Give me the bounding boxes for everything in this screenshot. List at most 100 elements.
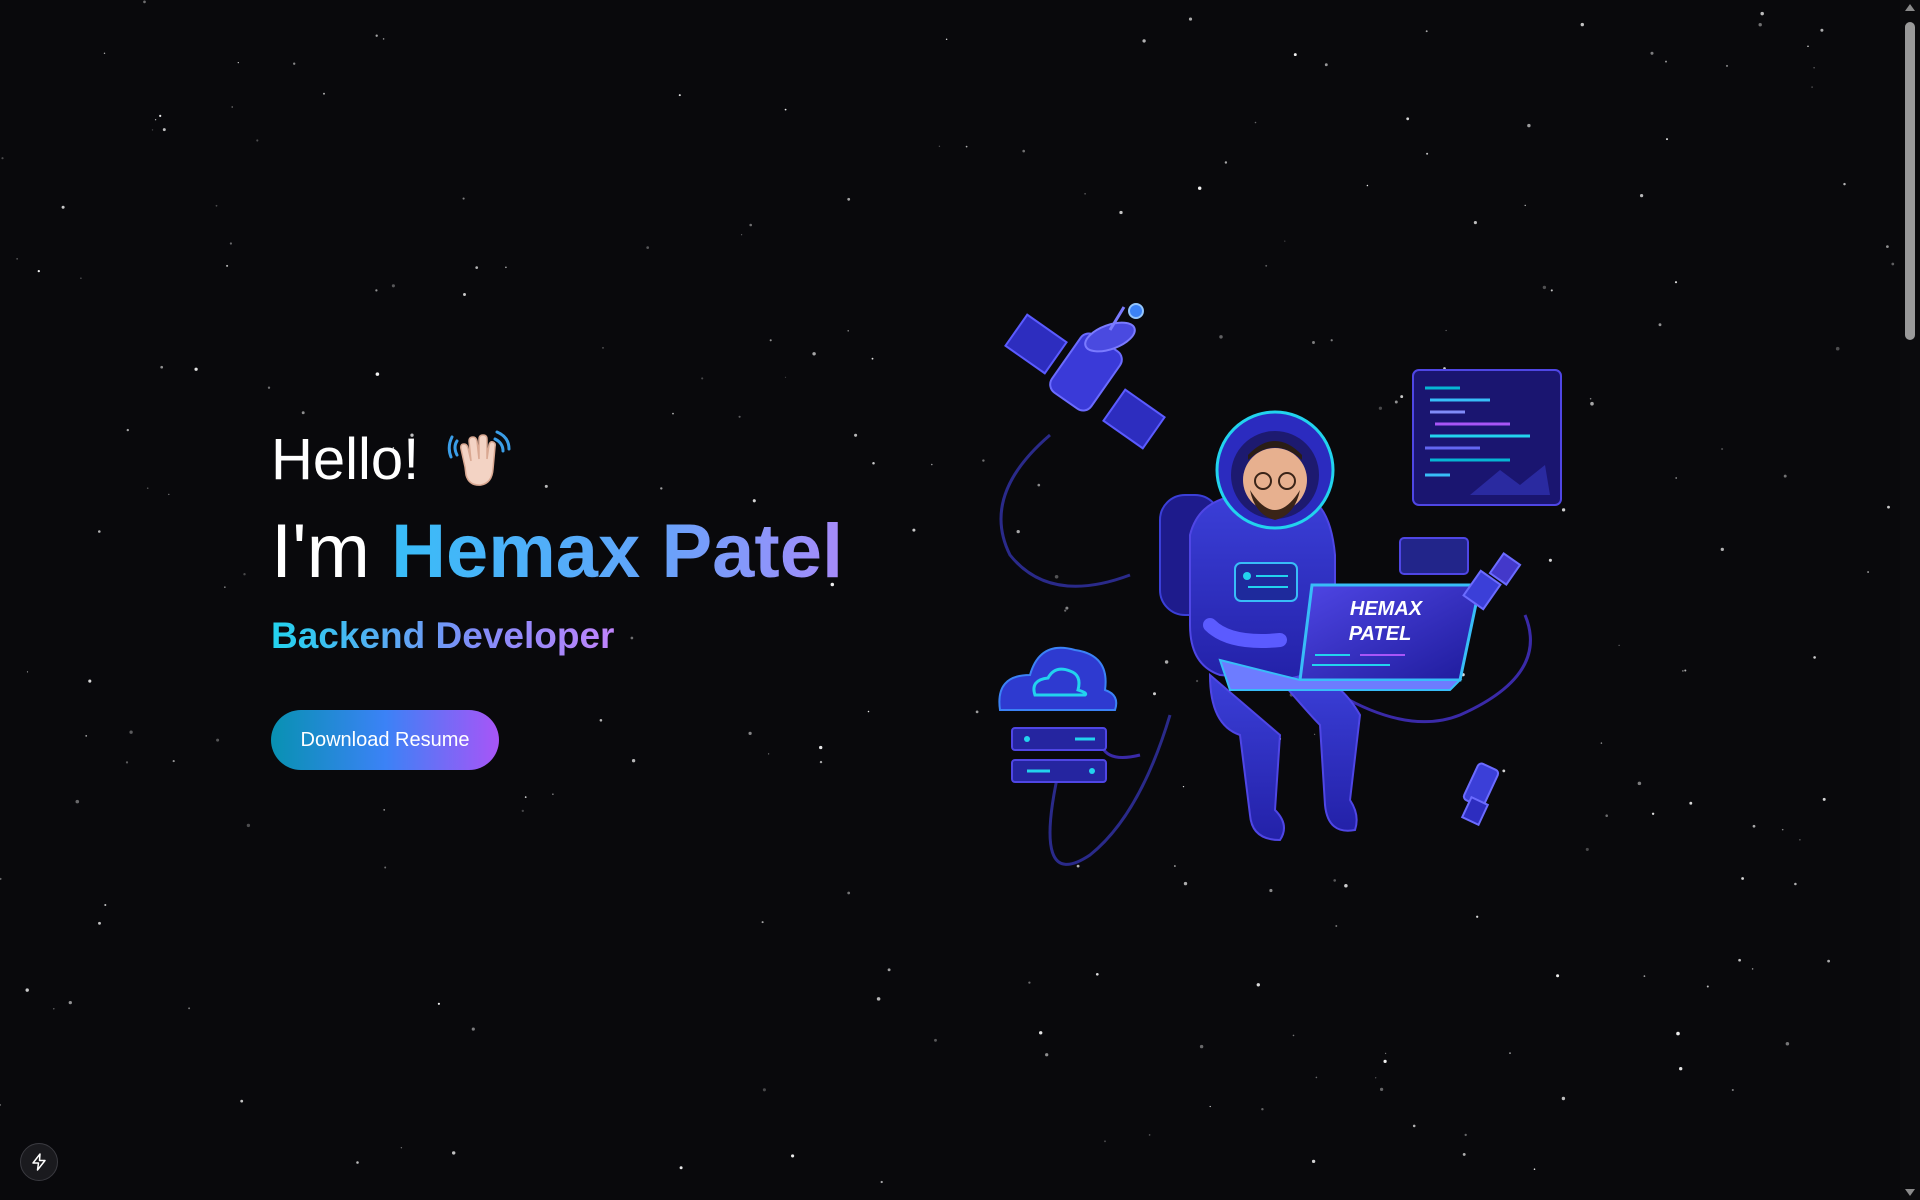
star: [85, 735, 88, 737]
star: [767, 753, 770, 755]
star: [1142, 39, 1146, 43]
star: [975, 710, 979, 714]
star: [819, 745, 823, 750]
star: [246, 823, 251, 828]
star: [1383, 1059, 1387, 1064]
star: [847, 891, 851, 895]
laptop-label-line1: HEMAX: [1350, 598, 1424, 620]
star: [68, 1000, 72, 1005]
star: [1891, 262, 1895, 266]
star: [1315, 1076, 1318, 1079]
star: [784, 108, 787, 111]
star: [437, 1002, 440, 1005]
star: [16, 258, 18, 260]
star: [1665, 60, 1667, 63]
star: [1292, 1034, 1295, 1037]
download-resume-button[interactable]: Download Resume: [271, 710, 499, 770]
star: [599, 719, 603, 722]
star: [1265, 264, 1268, 267]
star: [847, 197, 851, 201]
star: [1524, 204, 1526, 207]
star: [1256, 983, 1260, 987]
star: [1706, 985, 1709, 988]
star: [1311, 1159, 1316, 1164]
star: [1684, 669, 1687, 672]
star: [391, 284, 395, 288]
star: [475, 266, 479, 269]
star: [1375, 1077, 1377, 1079]
star: [293, 62, 296, 65]
star: [1412, 1124, 1416, 1128]
star: [215, 204, 218, 207]
star: [762, 1088, 766, 1092]
star: [143, 0, 146, 4]
star: [1799, 838, 1801, 841]
lightning-bolt-icon: [32, 1153, 46, 1171]
star: [160, 365, 164, 369]
star: [1045, 1053, 1049, 1057]
star: [1721, 447, 1724, 451]
star: [1366, 184, 1369, 187]
star: [1813, 67, 1815, 69]
star: [1, 157, 4, 160]
star: [267, 386, 271, 389]
star: [1676, 1031, 1680, 1036]
star: [383, 809, 386, 811]
scroll-down-arrow-icon[interactable]: [1905, 1189, 1915, 1196]
star: [1462, 1152, 1466, 1156]
star: [1476, 915, 1479, 918]
star: [748, 731, 752, 736]
star: [159, 114, 162, 118]
star: [75, 799, 80, 804]
star: [761, 921, 764, 924]
star: [1556, 974, 1560, 978]
star: [356, 1161, 359, 1164]
star: [749, 223, 753, 227]
star: [784, 376, 787, 378]
star: [194, 367, 198, 371]
star: [1406, 117, 1410, 121]
usb-connector-icon: [1460, 552, 1522, 827]
hero-section: Hello! I'm Hemax Patel Backend Developer: [271, 425, 971, 657]
star: [1651, 812, 1655, 815]
star: [679, 1166, 683, 1170]
star: [1293, 53, 1297, 57]
star: [0, 877, 2, 880]
star: [1580, 22, 1585, 27]
star: [1794, 882, 1797, 886]
star: [224, 586, 226, 588]
star: [125, 761, 129, 764]
star: [1022, 149, 1025, 153]
star: [1199, 1044, 1204, 1049]
star: [867, 710, 870, 713]
star: [1741, 877, 1744, 880]
star: [1028, 981, 1031, 984]
dev-toolbar-button[interactable]: [20, 1143, 58, 1181]
star: [1148, 1134, 1151, 1136]
star: [229, 242, 233, 245]
star: [1618, 644, 1620, 646]
star: [871, 357, 874, 360]
star: [1679, 1067, 1683, 1071]
star: [61, 205, 65, 209]
star: [1760, 11, 1764, 16]
star: [53, 1008, 55, 1010]
astronaut-illustration: HEMAX PATEL: [998, 303, 1562, 866]
star: [1658, 323, 1662, 327]
star: [1104, 1140, 1106, 1143]
star: [151, 129, 154, 131]
scroll-up-arrow-icon[interactable]: [1905, 4, 1915, 11]
star: [382, 38, 385, 40]
star: [1197, 186, 1202, 190]
scrollbar-thumb[interactable]: [1905, 22, 1915, 340]
star: [1209, 1105, 1211, 1108]
page-scrollbar[interactable]: [1900, 0, 1920, 1200]
star: [1807, 45, 1809, 48]
star: [37, 269, 40, 273]
star: [1843, 182, 1846, 186]
star: [847, 330, 849, 332]
star: [375, 34, 378, 37]
greeting-line: Hello!: [271, 425, 971, 495]
star: [1637, 781, 1642, 786]
star: [216, 738, 220, 742]
